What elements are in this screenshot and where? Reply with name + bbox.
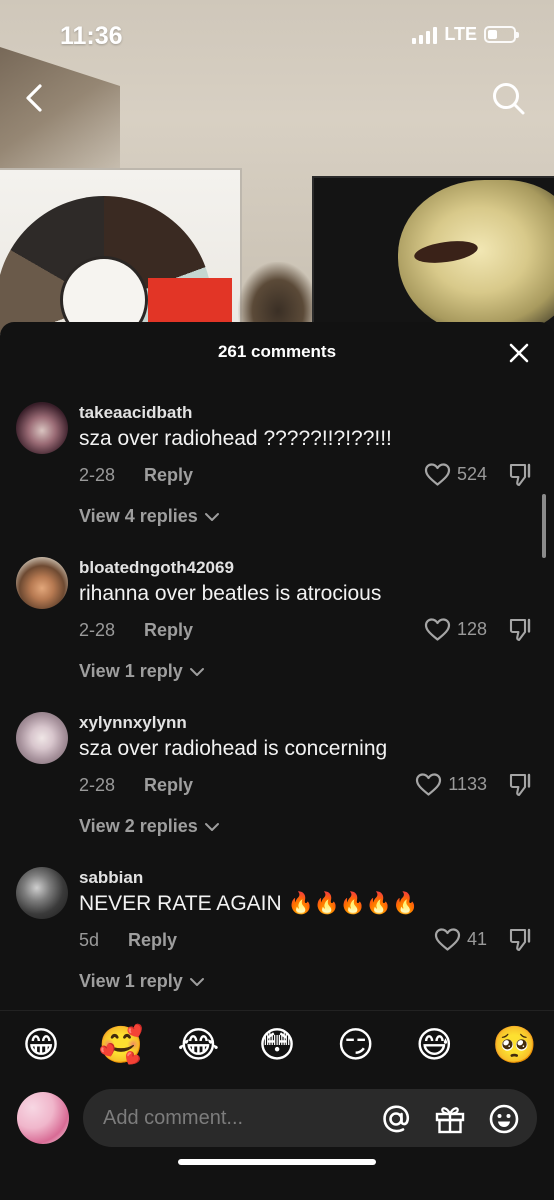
status-indicators: LTE [412, 24, 519, 45]
comment-item: takeaacidbath sza over radiohead ?????!!… [0, 402, 554, 552]
comment-date: 2-28 [79, 465, 116, 485]
view-replies-button[interactable]: View 1 reply [79, 661, 205, 682]
view-replies-button[interactable]: View 4 replies [79, 506, 220, 527]
my-avatar[interactable] [17, 1092, 69, 1144]
like-count: 128 [456, 619, 487, 639]
comment-date: 5d [79, 930, 100, 950]
comment-username[interactable]: bloatedngoth42069 [79, 558, 234, 578]
comment-text: sza over radiohead is concerning [79, 737, 388, 760]
comment-meta: 2-28 Reply [79, 620, 193, 641]
like-count: 41 [466, 929, 487, 949]
scrollbar[interactable] [542, 494, 546, 558]
comment-date: 2-28 [79, 775, 116, 795]
chevron-down-icon [189, 977, 204, 986]
comment-item: bloatedngoth42069 rihanna over beatles i… [0, 557, 554, 707]
view-replies-label: View 1 reply [79, 661, 183, 681]
mention-icon[interactable] [379, 1102, 413, 1136]
emoji-icon[interactable] [487, 1102, 521, 1136]
dislike-icon[interactable] [508, 462, 534, 488]
comment-item: sabbian NEVER RATE AGAIN 🔥🔥🔥🔥🔥 5d Reply … [0, 867, 554, 1017]
comments-count-title: 261 comments [217, 342, 337, 361]
emoji-sweat-smile-button[interactable]: 😅 [413, 1024, 455, 1066]
heart-icon [416, 773, 442, 796]
emoji-smirk-button[interactable]: 😏 [335, 1024, 377, 1066]
chevron-down-icon [189, 667, 204, 676]
emoji-pleading-button[interactable]: 🥺 [492, 1024, 537, 1066]
comment-input[interactable] [103, 1089, 373, 1147]
like-button[interactable]: 128 [424, 617, 487, 642]
dislike-icon[interactable] [508, 772, 534, 798]
dislike-icon[interactable] [508, 927, 534, 953]
chevron-down-icon [204, 512, 219, 521]
home-indicator[interactable] [178, 1159, 376, 1165]
comments-sheet: 261 comments takeaacidbath sza over radi… [0, 322, 554, 1200]
comment-meta: 5d Reply [79, 930, 177, 951]
view-replies-label: View 4 replies [79, 506, 198, 526]
reply-button[interactable]: Reply [144, 775, 193, 796]
like-button[interactable]: 41 [434, 927, 487, 952]
close-icon[interactable] [506, 340, 532, 366]
dislike-icon[interactable] [508, 617, 534, 643]
back-arrow-icon[interactable] [18, 78, 56, 118]
view-replies-button[interactable]: View 1 reply [79, 971, 205, 992]
view-replies-button[interactable]: View 2 replies [79, 816, 220, 837]
album-poster [312, 176, 554, 340]
status-time: 11:36 [60, 22, 123, 50]
emoji-hearts-button[interactable]: 🥰 [99, 1024, 144, 1066]
reply-button[interactable]: Reply [144, 620, 193, 641]
reply-button[interactable]: Reply [144, 465, 193, 486]
comment-text: rihanna over beatles is atrocious [79, 582, 382, 605]
network-label: LTE [444, 24, 477, 44]
gift-icon[interactable] [433, 1102, 467, 1136]
emoji-flushed-button[interactable]: 😳 [256, 1024, 298, 1066]
heart-icon [424, 463, 451, 486]
heart-icon [424, 618, 451, 641]
signal-icon [412, 26, 438, 44]
comment-username[interactable]: takeaacidbath [79, 403, 192, 423]
search-icon[interactable] [490, 80, 528, 118]
divider [0, 1010, 554, 1011]
chevron-down-icon [204, 822, 219, 831]
view-replies-label: View 2 replies [79, 816, 198, 836]
heart-icon [434, 928, 461, 951]
emoji-bar: 😁 🥰 😂 😳 😏 😅 🥺 [0, 1024, 554, 1078]
comments-header: 261 comments [0, 322, 554, 384]
comment-date: 2-28 [79, 620, 116, 640]
comment-item: xylynnxylynn sza over radiohead is conce… [0, 712, 554, 862]
like-button[interactable]: 524 [424, 462, 487, 487]
album-frame [0, 168, 242, 340]
comment-meta: 2-28 Reply [79, 775, 193, 796]
comment-meta: 2-28 Reply [79, 465, 193, 486]
comment-username[interactable]: sabbian [79, 868, 143, 888]
comment-text: NEVER RATE AGAIN 🔥🔥🔥🔥🔥 [79, 892, 419, 915]
comment-username[interactable]: xylynnxylynn [79, 713, 187, 733]
battery-icon [484, 26, 519, 43]
avatar[interactable] [16, 712, 68, 764]
view-replies-label: View 1 reply [79, 971, 183, 991]
like-count: 524 [456, 464, 487, 484]
comment-input-bar [83, 1089, 537, 1147]
avatar[interactable] [16, 867, 68, 919]
reply-button[interactable]: Reply [128, 930, 177, 951]
avatar[interactable] [16, 557, 68, 609]
video-background [0, 0, 554, 340]
like-count: 1133 [448, 774, 487, 794]
emoji-joy-button[interactable]: 😂 [177, 1024, 219, 1066]
like-button[interactable]: 1133 [415, 772, 487, 797]
avatar[interactable] [16, 402, 68, 454]
comment-text: sza over radiohead ?????!!?!??!!! [79, 427, 392, 450]
emoji-grin-button[interactable]: 😁 [20, 1024, 62, 1066]
